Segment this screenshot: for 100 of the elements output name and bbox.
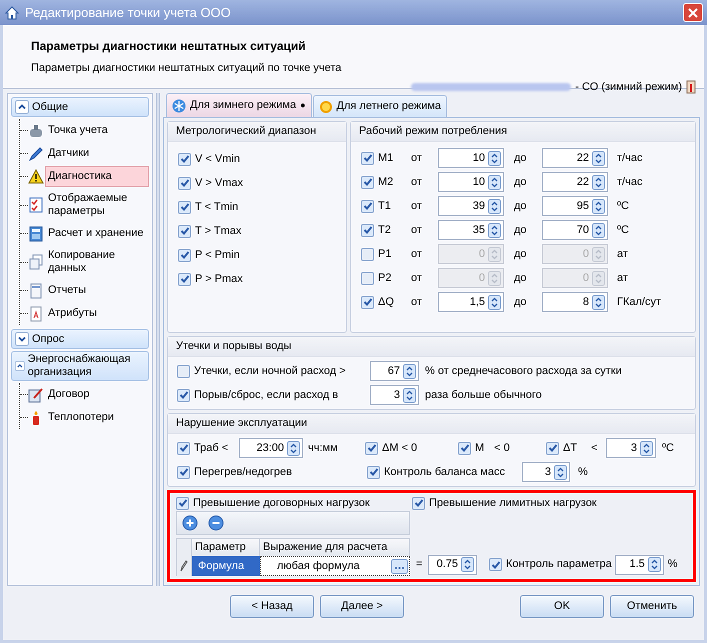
- checkbox[interactable]: [365, 442, 378, 454]
- tab[interactable]: Для зимнего режима ●: [166, 93, 312, 117]
- sidebar-item[interactable]: Расчет и хранение: [44, 223, 149, 244]
- dialog-button[interactable]: Далее >: [320, 594, 404, 618]
- number-field[interactable]: 1,5: [438, 292, 504, 312]
- range-label: до: [513, 198, 528, 214]
- sidebar-group-header[interactable]: Энергоснабжающая организация: [11, 351, 149, 381]
- number-field[interactable]: 8: [542, 292, 608, 312]
- sidebar-item[interactable]: Теплопотери: [44, 407, 149, 428]
- checkbox[interactable]: [489, 558, 502, 571]
- number-field[interactable]: 22: [542, 172, 608, 192]
- checkbox[interactable]: [177, 466, 190, 478]
- checkbox[interactable]: [361, 248, 374, 260]
- number-field[interactable]: 23:00: [239, 438, 303, 458]
- checkbox[interactable]: [177, 388, 190, 402]
- table-cell[interactable]: Формула: [192, 556, 260, 576]
- sidebar-item[interactable]: Датчики: [44, 143, 149, 164]
- checkbox[interactable]: [361, 152, 374, 164]
- number-field[interactable]: 3: [522, 462, 570, 482]
- spin-arrows-icon[interactable]: [554, 464, 567, 480]
- checkbox[interactable]: [178, 272, 191, 286]
- spin-arrows-icon[interactable]: [640, 440, 653, 456]
- sidebar-item[interactable]: Договор: [44, 384, 149, 405]
- meter-icon: [28, 122, 44, 138]
- checkbox[interactable]: [177, 364, 190, 378]
- checkbox-label: T1: [378, 198, 391, 214]
- checkbox[interactable]: [361, 224, 374, 236]
- remove-icon[interactable]: [208, 515, 224, 531]
- spin-arrows-icon[interactable]: [488, 222, 501, 238]
- checkbox[interactable]: [176, 496, 189, 510]
- sidebar-item[interactable]: Точка учета: [44, 120, 149, 141]
- spin-arrows-icon[interactable]: [461, 557, 474, 572]
- header-title: Параметры диагностики нештатных ситуаций: [31, 38, 307, 55]
- ellipsis-button-icon[interactable]: [391, 558, 408, 574]
- checkbox[interactable]: [177, 442, 190, 454]
- sidebar-item[interactable]: Копирование данных: [44, 245, 149, 279]
- number-field[interactable]: 10: [438, 148, 504, 168]
- column-header[interactable]: Выражение для расчета: [260, 539, 410, 556]
- number-field[interactable]: 3: [370, 385, 419, 405]
- number-field[interactable]: 95: [542, 196, 608, 216]
- spin-arrows-icon[interactable]: [488, 198, 501, 214]
- number-field[interactable]: 39: [438, 196, 504, 216]
- group-title: Нарушение эксплуатации: [176, 416, 308, 432]
- column-header[interactable]: Параметр: [192, 539, 260, 556]
- close-button[interactable]: [683, 3, 703, 22]
- collapse-icon[interactable]: [15, 359, 25, 373]
- spin-arrows-icon[interactable]: [592, 222, 605, 238]
- checkbox[interactable]: [178, 224, 191, 238]
- checkbox[interactable]: [361, 200, 374, 212]
- number-field[interactable]: 3: [606, 438, 656, 458]
- checkbox[interactable]: [361, 272, 374, 284]
- dialog-button[interactable]: OK: [520, 594, 604, 618]
- spin-arrows-icon[interactable]: [287, 440, 300, 456]
- group-title: Метрологический диапазон: [176, 124, 316, 140]
- sidebar-item[interactable]: Отчеты: [44, 280, 149, 301]
- spin-arrows-icon[interactable]: [488, 150, 501, 166]
- checkbox[interactable]: [361, 296, 374, 308]
- dialog-button[interactable]: Отменить: [610, 594, 694, 618]
- checkbox-label: P < Pmin: [195, 248, 240, 263]
- sidebar-group-header[interactable]: Опрос: [11, 329, 149, 349]
- expand-icon[interactable]: [15, 332, 29, 346]
- number-field[interactable]: 70: [542, 220, 608, 240]
- spin-arrows-icon[interactable]: [592, 174, 605, 190]
- tab[interactable]: Для летнего режима: [312, 95, 448, 117]
- collapse-icon[interactable]: [15, 100, 29, 114]
- spin-arrows-icon[interactable]: [648, 557, 661, 572]
- snowflake-icon: [172, 98, 186, 112]
- number-field[interactable]: 10: [438, 172, 504, 192]
- checkbox[interactable]: [178, 200, 191, 214]
- sidebar-item[interactable]: Диагностика: [44, 166, 149, 187]
- number-field[interactable]: 1.5: [614, 554, 664, 574]
- sidebar-item[interactable]: Отображаемые параметры: [44, 188, 149, 222]
- checkbox[interactable]: [178, 152, 191, 166]
- checkbox[interactable]: [361, 176, 374, 188]
- sidebar-group-header[interactable]: Общие: [11, 97, 149, 117]
- close-icon: [688, 8, 698, 18]
- checkbox[interactable]: [412, 496, 425, 510]
- modified-marker: ●: [300, 98, 306, 112]
- spin-arrows-icon[interactable]: [488, 174, 501, 190]
- spin-arrows-icon[interactable]: [403, 364, 416, 378]
- range-label: от: [411, 174, 423, 190]
- checkbox[interactable]: [178, 248, 191, 262]
- checkbox[interactable]: [367, 466, 380, 478]
- checkbox[interactable]: [178, 176, 191, 190]
- number-field[interactable]: 35: [438, 220, 504, 240]
- range-label: от: [411, 198, 423, 214]
- number-field[interactable]: 22: [542, 148, 608, 168]
- add-icon[interactable]: [182, 515, 198, 531]
- spin-arrows-icon[interactable]: [403, 388, 416, 402]
- spin-arrows-icon[interactable]: [592, 198, 605, 214]
- number-field[interactable]: 67: [370, 361, 419, 381]
- dialog-button[interactable]: < Назад: [230, 594, 314, 618]
- spin-arrows-icon[interactable]: [488, 294, 501, 310]
- spin-arrows-icon[interactable]: [592, 294, 605, 310]
- spin-arrows-icon[interactable]: [592, 150, 605, 166]
- number-field[interactable]: 0.75: [428, 554, 477, 574]
- checkbox[interactable]: [546, 442, 559, 454]
- expression-field[interactable]: любая формула: [260, 556, 410, 576]
- checkbox[interactable]: [458, 442, 471, 454]
- sidebar-item[interactable]: Атрибуты: [44, 303, 149, 324]
